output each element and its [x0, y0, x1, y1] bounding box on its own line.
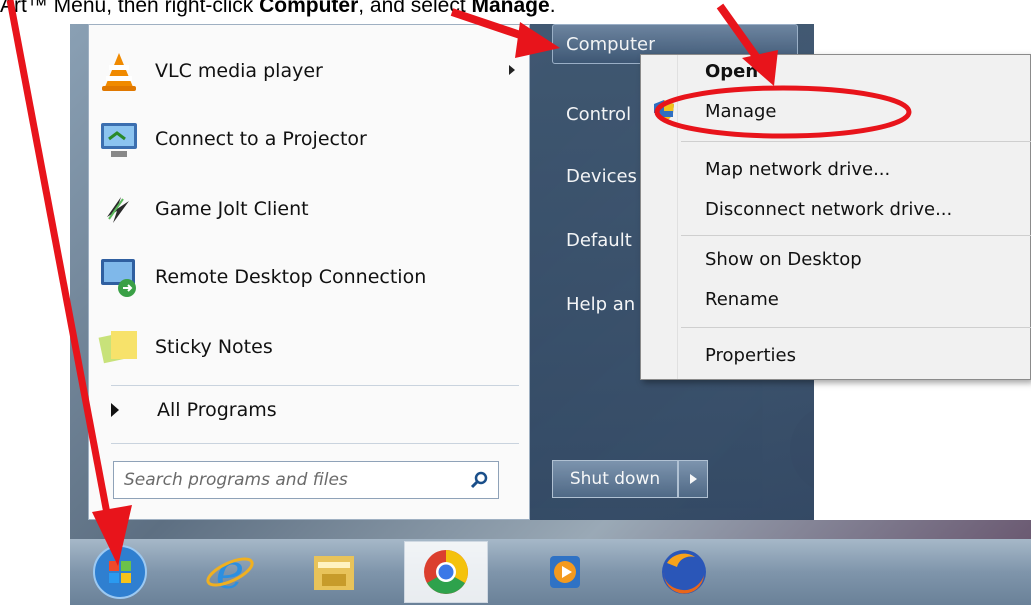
caption-text-2: Computer	[259, 0, 359, 17]
gamejolt-icon	[107, 197, 129, 223]
context-item-open[interactable]: Open	[705, 61, 758, 82]
sticky-notes-icon	[98, 331, 137, 364]
context-item-show-on-desktop[interactable]: Show on Desktop	[705, 249, 862, 270]
right-item-computer[interactable]: Computer	[566, 34, 655, 55]
caption-text-1: Art™ Menu, then right-click	[0, 0, 260, 17]
menu-separator	[111, 443, 519, 444]
taskbar-chrome[interactable]	[404, 541, 488, 603]
context-item-disconnect-network-drive[interactable]: Disconnect network drive...	[705, 199, 952, 220]
program-label: Connect to a Projector	[155, 128, 367, 150]
program-item-vlc[interactable]: VLC media player	[97, 41, 515, 101]
right-item-help[interactable]: Help an	[566, 294, 635, 315]
program-label: Remote Desktop Connection	[155, 266, 427, 288]
program-label: Sticky Notes	[155, 336, 273, 358]
program-label: VLC media player	[155, 60, 323, 82]
right-item-default-programs[interactable]: Default	[566, 230, 632, 251]
shutdown-group: Shut down	[552, 460, 708, 498]
search-input[interactable]: Search programs and files	[113, 461, 499, 499]
menu-separator	[681, 141, 1031, 142]
caption-text-4: Manage	[471, 0, 550, 17]
search-placeholder: Search programs and files	[124, 470, 348, 490]
right-item-devices[interactable]: Devices	[566, 166, 637, 187]
context-menu: Open Manage Map network drive... Disconn…	[640, 54, 1031, 380]
taskbar: e	[70, 539, 1031, 605]
taskbar-explorer[interactable]	[292, 541, 376, 603]
context-item-manage[interactable]: Manage	[705, 101, 777, 122]
taskbar-ie[interactable]: e	[188, 541, 272, 603]
all-programs-button[interactable]: All Programs	[111, 399, 277, 421]
caption-text-5: .	[549, 0, 556, 17]
menu-gutter	[677, 55, 678, 379]
internet-explorer-icon: e	[206, 546, 254, 598]
right-item-control-panel[interactable]: Control	[566, 104, 631, 125]
shutdown-options-button[interactable]	[678, 460, 708, 498]
firefox-icon	[662, 550, 706, 594]
start-orb-icon	[93, 545, 147, 599]
program-item-sticky-notes[interactable]: Sticky Notes	[97, 317, 273, 377]
search-icon[interactable]	[466, 467, 492, 493]
menu-separator	[111, 385, 519, 386]
submenu-arrow-icon	[509, 65, 515, 75]
projector-icon	[101, 123, 137, 157]
menu-separator	[681, 235, 1031, 236]
remote-desktop-icon	[101, 259, 136, 297]
context-item-map-network-drive[interactable]: Map network drive...	[705, 159, 890, 180]
svg-text:e: e	[216, 546, 244, 598]
menu-separator	[681, 327, 1031, 328]
program-item-projector[interactable]: Connect to a Projector	[97, 109, 367, 169]
caption-text-3: , and select	[358, 0, 472, 17]
chevron-right-icon	[689, 474, 697, 484]
program-item-gamejolt[interactable]: Game Jolt Client	[97, 179, 309, 239]
chrome-icon	[424, 550, 468, 594]
start-button[interactable]	[78, 541, 162, 603]
taskbar-media-player[interactable]	[526, 541, 610, 603]
program-label: Game Jolt Client	[155, 198, 309, 220]
program-item-remote-desktop[interactable]: Remote Desktop Connection	[97, 247, 426, 307]
vlc-icon	[102, 53, 136, 91]
taskbar-firefox[interactable]	[642, 541, 726, 603]
all-programs-label: All Programs	[157, 399, 277, 421]
media-player-icon	[550, 556, 580, 588]
triangle-right-icon	[111, 403, 119, 417]
start-menu-left-pane: VLC media player Connect to a Projector …	[88, 24, 530, 520]
file-explorer-icon	[314, 556, 354, 590]
uac-shield-icon	[654, 100, 674, 122]
shutdown-button[interactable]: Shut down	[552, 460, 678, 498]
context-item-rename[interactable]: Rename	[705, 289, 779, 310]
instruction-caption: Art™ Menu, then right-click Computer, an…	[0, 0, 1031, 24]
context-item-properties[interactable]: Properties	[705, 345, 796, 366]
